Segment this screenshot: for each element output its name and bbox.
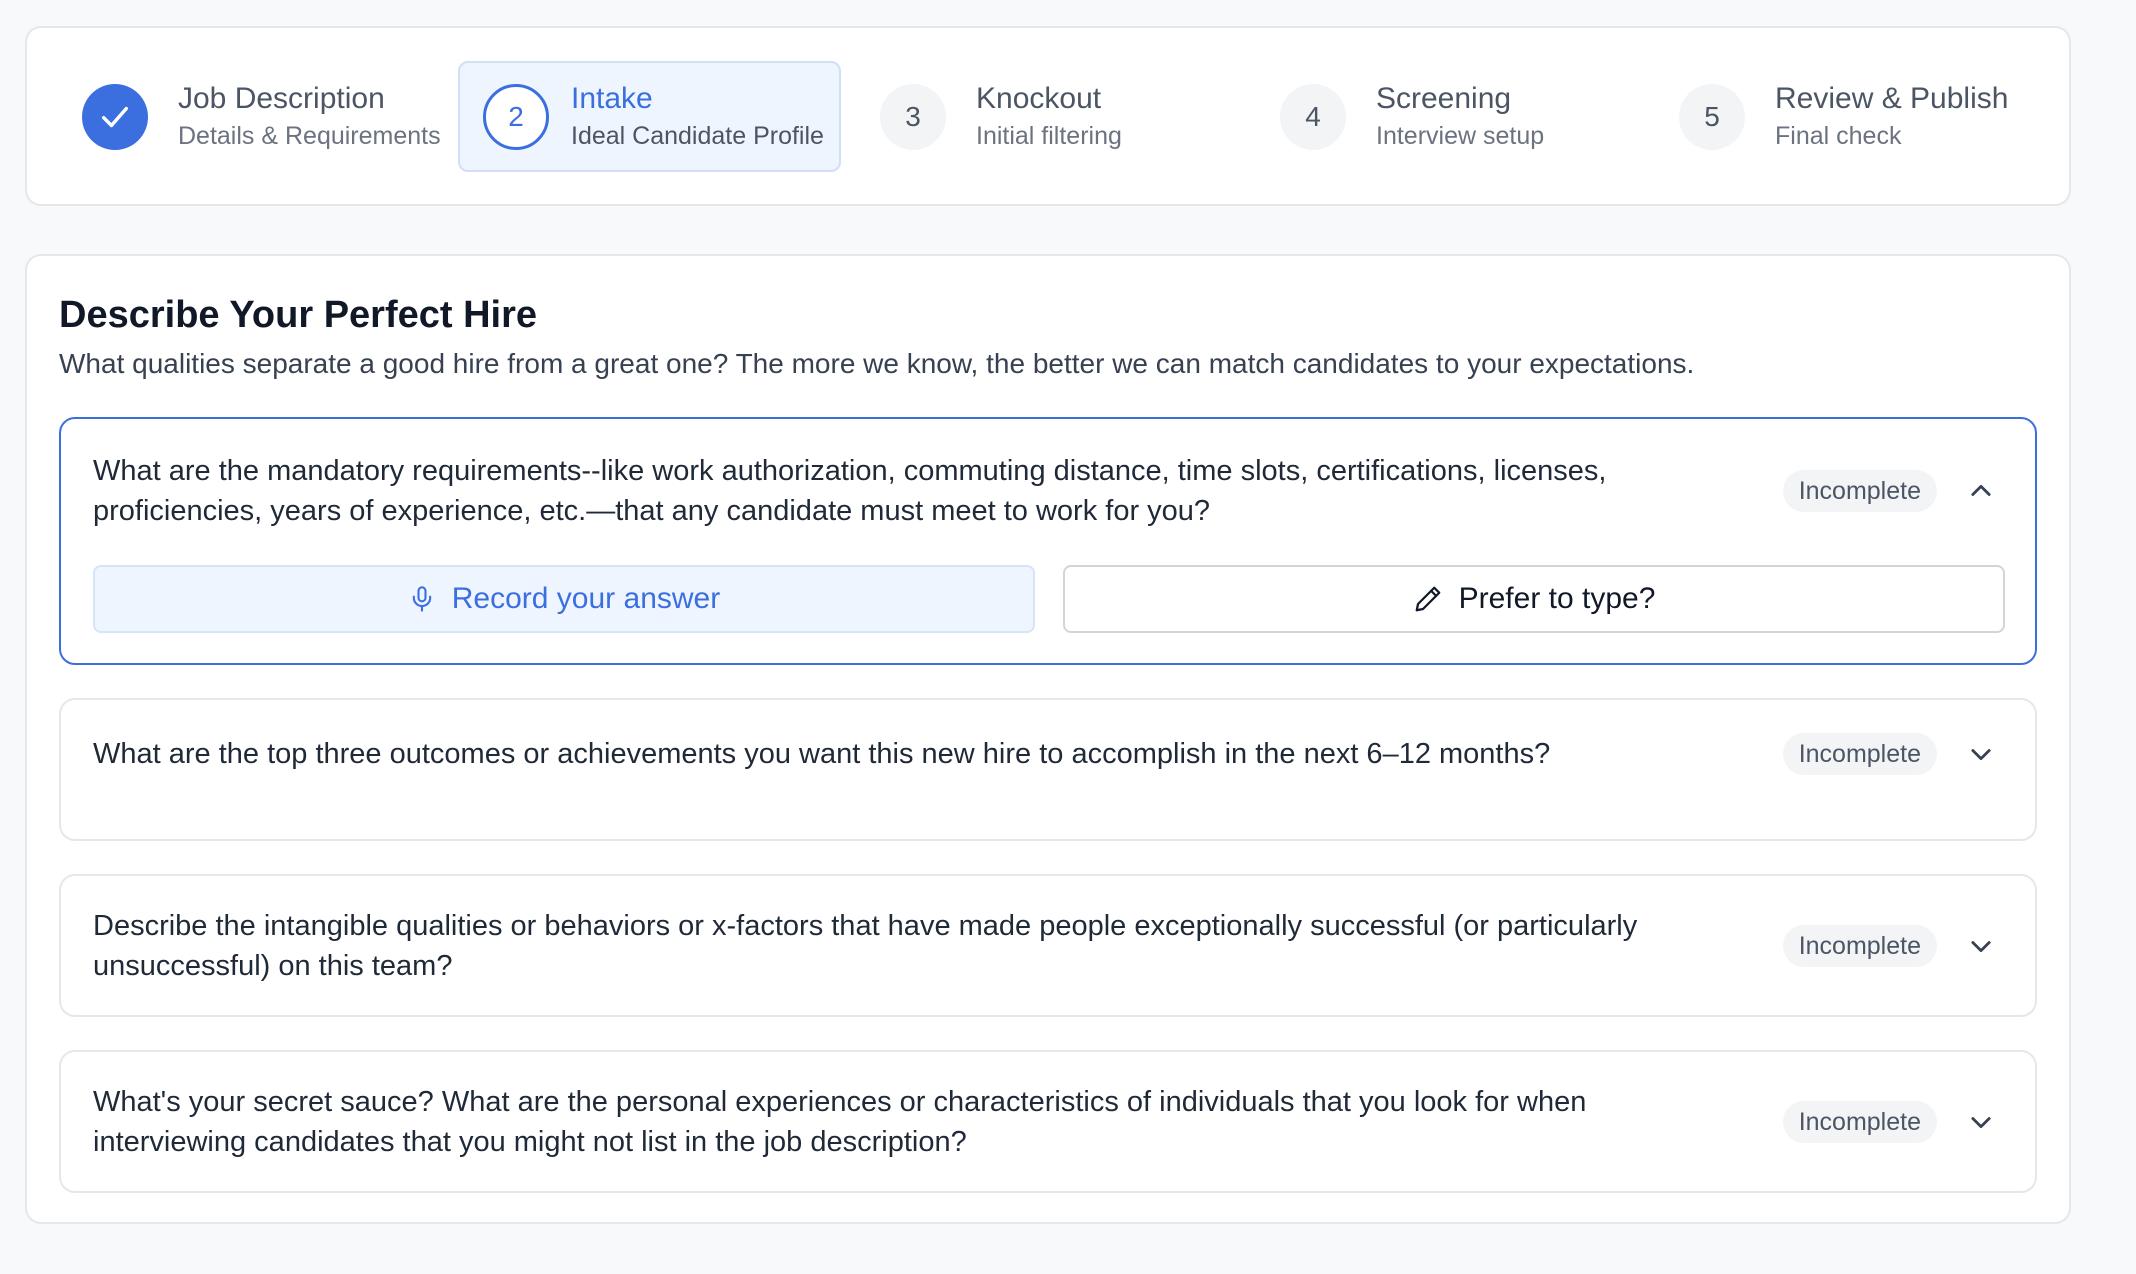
question-text: What are the mandatory requirements--lik…	[93, 455, 1607, 527]
record-answer-label: Record your answer	[451, 582, 721, 615]
step-subtitle: Details & Requirements	[178, 121, 441, 150]
step-title: Review & Publish	[1775, 81, 2009, 115]
step-screening[interactable]: 4 Screening Interview setup	[1280, 61, 1544, 172]
question-text: What are the top three outcomes or achie…	[93, 738, 1551, 770]
pencil-icon	[1415, 586, 1440, 612]
question-text: Describe the intangible qualities or beh…	[93, 910, 1638, 982]
chevron-down-icon[interactable]	[1965, 738, 1997, 770]
status-badge: Incomplete	[1782, 925, 1937, 967]
step-subtitle: Final check	[1775, 121, 1902, 150]
question-card[interactable]: Describe the intangible qualities or beh…	[59, 874, 2037, 1017]
progress-stepper: Job Description Details & Requirements 2…	[25, 26, 2071, 206]
step-title: Screening	[1376, 81, 1512, 115]
question-card: What are the mandatory requirements--lik…	[59, 417, 2037, 665]
step-title: Knockout	[976, 81, 1102, 115]
step-number: 2	[483, 83, 549, 150]
page-subtitle: What qualities separate a good hire from…	[59, 348, 1695, 379]
step-intake[interactable]: 2 Intake Ideal Candidate Profile	[458, 61, 841, 172]
page-title: Describe Your Perfect Hire	[59, 294, 538, 336]
intake-questions-card: Describe Your Perfect Hire What qualitie…	[25, 254, 2071, 1224]
status-badge: Incomplete	[1782, 733, 1937, 775]
question-card[interactable]: What are the top three outcomes or achie…	[59, 698, 2037, 841]
step-job-description[interactable]: Job Description Details & Requirements	[82, 61, 441, 172]
chevron-down-icon[interactable]	[1965, 930, 1997, 962]
step-number: 5	[1679, 83, 1745, 150]
step-subtitle: Initial filtering	[976, 121, 1122, 150]
chevron-up-icon[interactable]	[1965, 475, 1997, 507]
step-knockout[interactable]: 3 Knockout Initial filtering	[880, 61, 1122, 172]
microphone-icon	[412, 586, 431, 612]
status-badge: Incomplete	[1782, 1101, 1937, 1143]
step-title: Intake	[571, 81, 653, 115]
question-text: What's your secret sauce? What are the p…	[93, 1086, 1587, 1158]
step-subtitle: Interview setup	[1376, 121, 1545, 150]
step-number: 4	[1280, 83, 1346, 150]
check-icon	[82, 83, 148, 150]
record-answer-button[interactable]: Record your answer	[93, 565, 1035, 633]
chevron-down-icon[interactable]	[1965, 1106, 1997, 1138]
step-number: 3	[880, 83, 946, 150]
step-review-publish[interactable]: 5 Review & Publish Final check	[1679, 61, 2008, 172]
status-badge: Incomplete	[1782, 470, 1937, 512]
question-card[interactable]: What's your secret sauce? What are the p…	[59, 1050, 2037, 1193]
step-subtitle: Ideal Candidate Profile	[571, 121, 824, 150]
prefer-to-type-button[interactable]: Prefer to type?	[1063, 565, 2005, 633]
step-title: Job Description	[178, 81, 385, 115]
prefer-to-type-label: Prefer to type?	[1458, 582, 1656, 615]
